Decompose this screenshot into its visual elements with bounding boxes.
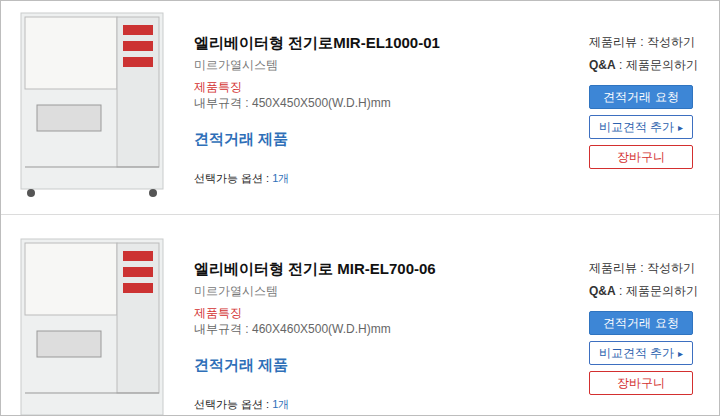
product-title[interactable]: 엘리베이터형 전기로 MIR-EL700-06 — [194, 259, 589, 279]
action-button[interactable]: 장바구니 — [589, 145, 693, 169]
action-button[interactable]: 견적거래 요청 — [589, 85, 693, 109]
deal-label: 견적거래 제품 — [194, 129, 589, 149]
product-row: 엘리베이터형 전기로MIR-EL1000-01 미르가열시스템제품특징내부규격 :… — [1, 1, 719, 215]
options[interactable]: 선택가능 옵션 : 1개 — [194, 397, 589, 411]
feature-label: 제품특징 — [194, 305, 589, 321]
brand[interactable]: 미르가열시스템 — [194, 283, 589, 299]
arrow-icon: ▸ — [678, 120, 683, 135]
action-button[interactable]: 장바구니 — [589, 371, 693, 395]
spec: 내부규격 : 450X450X500(W.D.H)mm — [194, 95, 589, 111]
spec: 내부규격 : 460X460X500(W.D.H)mm — [194, 321, 589, 337]
product-list: 엘리베이터형 전기로MIR-EL1000-01미르가열시스템제품특징내부규격 :… — [0, 0, 720, 416]
arrow-icon: ▸ — [678, 346, 683, 361]
product-image[interactable] — [17, 9, 167, 199]
product-actions: 제품리뷰 : 작성하기 Q&A : 제품문의하기견적거래 요청비교견적 추가▸ 장바… — [589, 235, 699, 415]
action-button[interactable]: 견적거래 요청 — [589, 311, 693, 335]
product-actions: 제품리뷰 : 작성하기 Q&A : 제품문의하기견적거래 요청비교견적 추가▸ 장바… — [589, 9, 699, 214]
options[interactable]: 선택가능 옵션 : 1개 — [194, 171, 589, 185]
brand[interactable]: 미르가열시스템 — [194, 57, 589, 73]
review-link[interactable]: 제품리뷰 : 작성하기 — [589, 34, 699, 50]
action-button[interactable]: 비교견적 추가▸ — [589, 115, 693, 139]
product-title[interactable]: 엘리베이터형 전기로MIR-EL1000-01 — [194, 33, 589, 53]
product-info: 엘리베이터형 전기로 MIR-EL700-06 미르가열시스템제품특징내부규격 :… — [177, 235, 589, 415]
product-image[interactable] — [17, 235, 167, 416]
feature-label: 제품특징 — [194, 79, 589, 95]
action-button[interactable]: 비교견적 추가▸ — [589, 341, 693, 365]
deal-label: 견적거래 제품 — [194, 355, 589, 375]
product-row: 엘리베이터형 전기로 MIR-EL700-06 미르가열시스템제품특징내부규격 :… — [1, 215, 719, 415]
product-info: 엘리베이터형 전기로MIR-EL1000-01 미르가열시스템제품특징내부규격 :… — [177, 9, 589, 214]
review-link[interactable]: 제품리뷰 : 작성하기 — [589, 260, 699, 276]
qa-link[interactable]: Q&A : 제품문의하기 — [589, 57, 699, 73]
qa-link[interactable]: Q&A : 제품문의하기 — [589, 283, 699, 299]
